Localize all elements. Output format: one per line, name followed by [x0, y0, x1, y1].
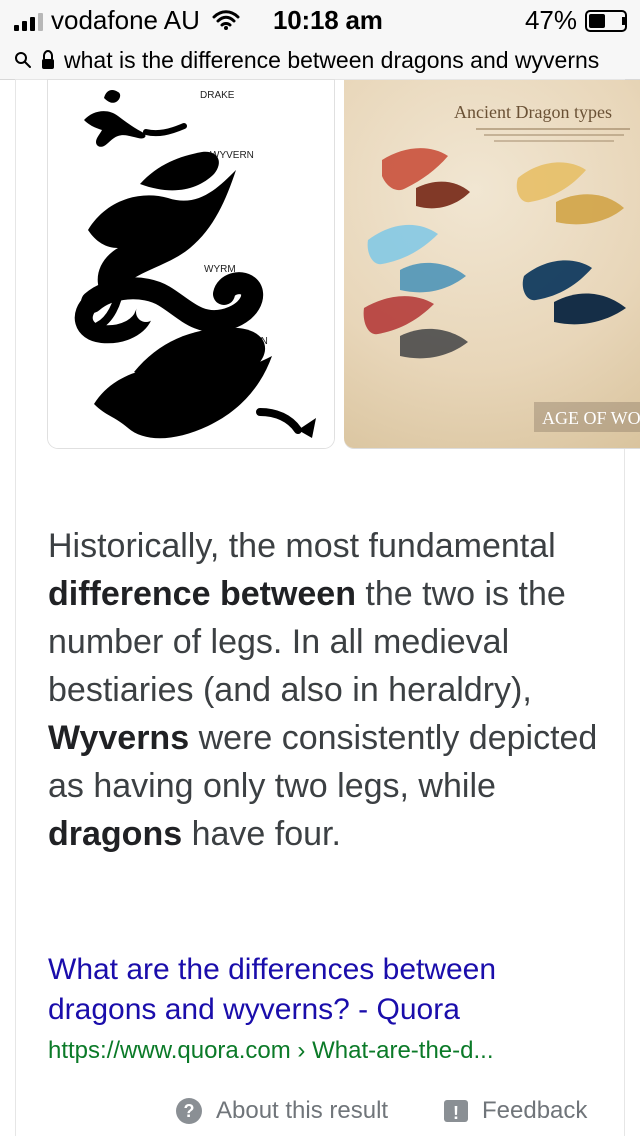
- lock-icon: [42, 50, 54, 69]
- answer-bold-3: dragons: [48, 815, 183, 853]
- image-strip: DRAKE WYVERN WYRM DRAGON: [32, 80, 640, 450]
- answer-part-1: Historically, the most fundamental: [48, 527, 556, 565]
- battery-percent: 47%: [524, 5, 577, 35]
- source-url[interactable]: https://www.quora.com › What-are-the-d..…: [48, 1036, 618, 1066]
- dragon-silhouettes-image[interactable]: DRAKE WYVERN WYRM DRAGON: [48, 80, 334, 448]
- featured-snippet-text: Historically, the most fundamental diffe…: [48, 522, 608, 858]
- address-bar[interactable]: what is the difference between dragons a…: [0, 40, 640, 80]
- dragon-types-title: Ancient Dragon types: [454, 102, 612, 122]
- status-right: 47%: [524, 5, 627, 35]
- about-this-result-label: About this result: [216, 1097, 389, 1124]
- silhouettes-illustration: DRAKE WYVERN WYRM DRAGON: [48, 80, 334, 448]
- source-title-link[interactable]: What are the differences between dragons…: [48, 950, 608, 1030]
- carrier-name: vodafone AU: [51, 5, 200, 35]
- result-footer-actions: ? About this result Feedback: [0, 1092, 640, 1136]
- help-icon: ?: [176, 1098, 202, 1124]
- ancient-dragon-types-image[interactable]: Ancient Dragon types AGE OF WONDERS: [344, 80, 640, 448]
- label-drake: DRAKE: [200, 90, 235, 101]
- dragon-types-illustration: Ancient Dragon types AGE OF WONDERS: [363, 102, 640, 432]
- answer-bold-2: Wyverns: [48, 719, 190, 757]
- feedback-icon: [444, 1098, 468, 1128]
- results-content: DRAKE WYVERN WYRM DRAGON: [0, 80, 640, 1136]
- watermark-text: AGE OF WONDERS: [542, 408, 640, 428]
- search-query-text[interactable]: what is the difference between dragons a…: [64, 46, 599, 74]
- battery-icon: [585, 8, 627, 32]
- battery-fill: [589, 14, 605, 28]
- answer-part-4: have four.: [182, 815, 341, 853]
- feedback-label: Feedback: [482, 1097, 588, 1124]
- signal-strength-icon: [14, 12, 43, 31]
- status-bar: vodafone AU 10:18 am 47%: [0, 0, 640, 40]
- clock-time: 10:18 am: [273, 5, 383, 35]
- label-wyrm: WYRM: [204, 264, 236, 275]
- battery-body: [585, 10, 627, 32]
- search-icon: [15, 52, 31, 68]
- status-left: vodafone AU: [14, 6, 240, 34]
- address-bar-content[interactable]: what is the difference between dragons a…: [14, 46, 624, 74]
- about-this-result-button[interactable]: ? About this result: [176, 1096, 388, 1126]
- feedback-button[interactable]: Feedback: [444, 1096, 588, 1128]
- answer-bold-1: difference between: [48, 575, 356, 613]
- wifi-icon: [212, 10, 240, 30]
